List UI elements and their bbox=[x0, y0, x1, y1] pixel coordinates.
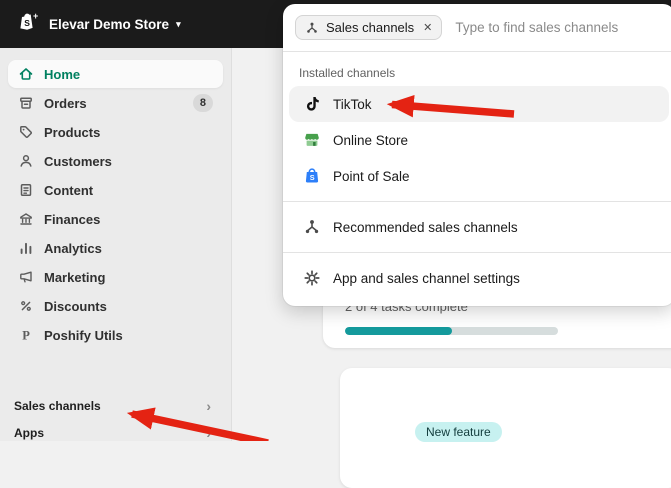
new-feature-card: New feature bbox=[340, 368, 671, 488]
sidebar-item-label: Customers bbox=[44, 153, 112, 169]
channels-network-icon bbox=[305, 21, 319, 35]
content-icon bbox=[18, 182, 34, 198]
sidebar-item-orders[interactable]: Orders 8 bbox=[8, 89, 223, 117]
sidebar: Home Orders 8 Products Customers Content… bbox=[0, 48, 232, 441]
row-label: App and sales channel settings bbox=[333, 270, 520, 286]
sidebar-item-label: Discounts bbox=[44, 298, 107, 314]
home-icon bbox=[18, 66, 34, 82]
products-icon bbox=[18, 124, 34, 140]
popup-divider bbox=[283, 201, 671, 202]
sidebar-item-discounts[interactable]: Discounts bbox=[8, 292, 223, 320]
channel-label: TikTok bbox=[333, 96, 372, 112]
sidebar-item-poshify-utils[interactable]: P Poshify Utils bbox=[8, 321, 223, 349]
analytics-icon bbox=[18, 240, 34, 256]
new-feature-badge: New feature bbox=[415, 422, 502, 442]
sidebar-item-label: Finances bbox=[44, 211, 101, 227]
svg-text:S: S bbox=[310, 173, 315, 182]
orders-icon bbox=[18, 95, 34, 111]
channel-search-row: Sales channels ✕ bbox=[283, 4, 671, 51]
sales-channels-popup: Sales channels ✕ Installed channels TikT… bbox=[283, 4, 671, 306]
chevron-down-icon: ▾ bbox=[176, 18, 181, 29]
channel-label: Point of Sale bbox=[333, 168, 410, 184]
shopify-plus-logo-icon[interactable]: S + bbox=[14, 11, 40, 37]
tasks-progress-fill bbox=[345, 327, 452, 335]
store-switcher[interactable]: Elevar Demo Store ▾ bbox=[49, 17, 181, 32]
app-and-sales-channel-settings-row[interactable]: App and sales channel settings bbox=[289, 260, 669, 296]
filter-chip-label: Sales channels bbox=[326, 20, 415, 35]
row-label: Recommended sales channels bbox=[333, 219, 518, 235]
sidebar-item-label: Products bbox=[44, 124, 101, 140]
sidebar-item-finances[interactable]: Finances bbox=[8, 205, 223, 233]
customers-icon bbox=[18, 153, 34, 169]
poshify-utils-icon: P bbox=[18, 327, 34, 343]
sidebar-section-apps[interactable]: Apps › bbox=[8, 419, 223, 446]
section-label: Apps bbox=[14, 425, 44, 440]
sidebar-item-label: Orders bbox=[44, 95, 87, 111]
channels-network-icon bbox=[303, 218, 321, 236]
svg-text:P: P bbox=[22, 328, 30, 342]
popup-divider bbox=[283, 252, 671, 253]
svg-text:+: + bbox=[33, 11, 38, 21]
discounts-icon bbox=[18, 298, 34, 314]
online-store-icon bbox=[303, 131, 321, 149]
channel-search-input[interactable] bbox=[453, 19, 663, 36]
sidebar-item-customers[interactable]: Customers bbox=[8, 147, 223, 175]
tasks-progress-bar bbox=[345, 327, 558, 335]
chevron-right-icon: › bbox=[206, 424, 211, 441]
section-label: Sales channels bbox=[14, 398, 101, 413]
channel-row-online-store[interactable]: Online Store bbox=[289, 122, 669, 158]
sidebar-item-label: Analytics bbox=[44, 240, 102, 256]
recommended-sales-channels-row[interactable]: Recommended sales channels bbox=[289, 209, 669, 245]
settings-gear-icon bbox=[303, 269, 321, 287]
sidebar-item-label: Home bbox=[44, 66, 81, 82]
installed-channels-label: Installed channels bbox=[299, 66, 396, 80]
channel-row-tiktok[interactable]: TikTok bbox=[289, 86, 669, 122]
sidebar-item-label: Content bbox=[44, 182, 94, 198]
channel-row-point-of-sale[interactable]: S Point of Sale bbox=[289, 158, 669, 194]
sidebar-item-label: Marketing bbox=[44, 269, 106, 285]
channel-label: Online Store bbox=[333, 132, 409, 148]
sidebar-item-home[interactable]: Home bbox=[8, 60, 223, 88]
sales-channels-filter-chip[interactable]: Sales channels ✕ bbox=[295, 15, 443, 40]
store-name: Elevar Demo Store bbox=[49, 16, 170, 32]
chevron-right-icon: › bbox=[206, 397, 211, 414]
svg-text:S: S bbox=[24, 18, 30, 28]
point-of-sale-icon: S bbox=[303, 167, 321, 185]
sidebar-item-content[interactable]: Content bbox=[8, 176, 223, 204]
tiktok-icon bbox=[303, 95, 321, 113]
sidebar-item-marketing[interactable]: Marketing bbox=[8, 263, 223, 291]
sidebar-item-label: Poshify Utils bbox=[44, 327, 123, 343]
sidebar-section-sales-channels[interactable]: Sales channels › bbox=[8, 392, 223, 419]
remove-filter-icon[interactable]: ✕ bbox=[421, 21, 432, 34]
finances-icon bbox=[18, 211, 34, 227]
orders-count-badge: 8 bbox=[192, 94, 213, 112]
sidebar-item-analytics[interactable]: Analytics bbox=[8, 234, 223, 262]
sidebar-item-products[interactable]: Products bbox=[8, 118, 223, 146]
marketing-icon bbox=[18, 269, 34, 285]
